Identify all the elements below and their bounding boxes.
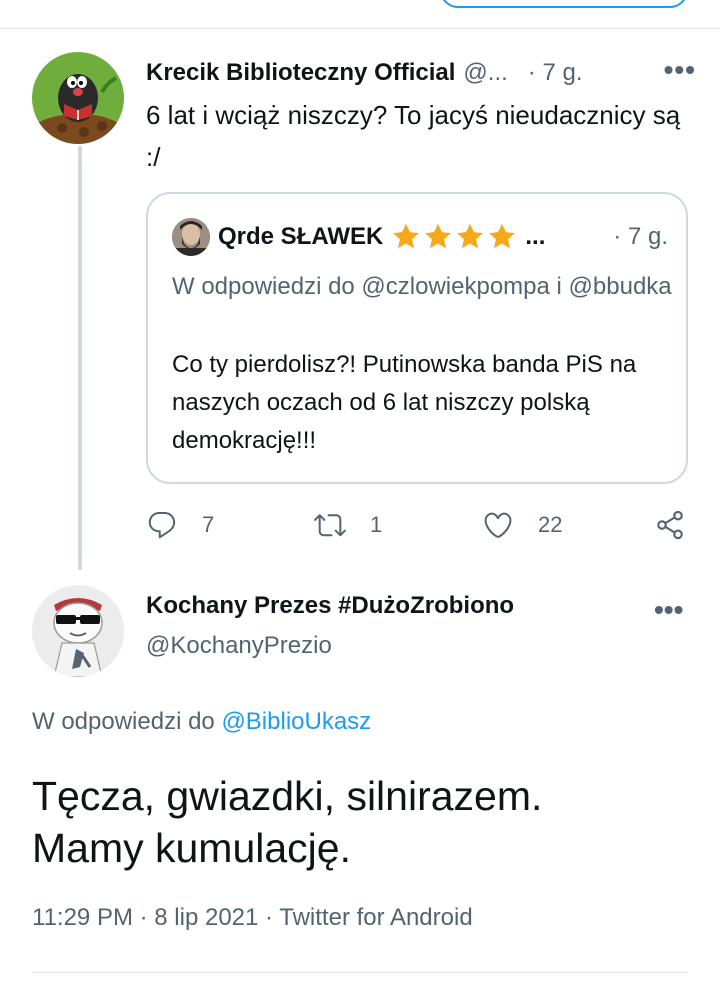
retweet-count: 1 [370, 512, 383, 537]
follow-button-partial[interactable] [440, 0, 688, 8]
reply-context: W odpowiedzi do @BiblioUkasz [32, 708, 371, 736]
heart-icon [484, 512, 512, 538]
reply-count: 7 [202, 512, 215, 537]
reply-icon [148, 511, 176, 539]
star-icon [393, 223, 420, 249]
tweet-text: Tęcza, gwiazdki, silnirazem. Mamy kumula… [32, 770, 692, 874]
share-icon [657, 510, 683, 540]
reply-button[interactable]: 7 [146, 505, 214, 545]
handle[interactable]: @... [463, 59, 507, 87]
divider [32, 972, 688, 973]
timestamp[interactable]: · 7 g. [528, 59, 583, 87]
display-name[interactable]: Kochany Prezes #DużoZrobiono [146, 592, 514, 620]
handle[interactable]: @KochanyPrezio [146, 632, 332, 660]
tweet-text: 6 lat i wciąż niszczy? To jacyś nieudacz… [146, 100, 681, 172]
mole-reading-book-avatar-icon [32, 52, 124, 144]
star-icon [457, 223, 484, 249]
avatar[interactable] [32, 52, 124, 144]
thread-connector-line [78, 146, 82, 570]
display-name[interactable]: Krecik Biblioteczny Official [146, 59, 455, 87]
tweet-actions: 7 1 22 [146, 505, 691, 545]
star-icon [425, 223, 452, 249]
divider [0, 28, 720, 29]
more-options-button[interactable]: ••• [654, 594, 683, 626]
reply-prefix: W odpowiedzi do [32, 708, 222, 735]
name-truncation: ... [525, 223, 546, 250]
reply-context: W odpowiedzi do @czlowiekpompa i @bbudka [172, 273, 672, 300]
tweet-header: Krecik Biblioteczny Official @... · 7 g.… [146, 54, 696, 90]
timestamp: · 7 g. [613, 223, 668, 250]
quoted-tweet-text: Co ty pierdolisz?! Putinowska banda PiS … [172, 351, 637, 454]
reply-handle-link[interactable]: @BiblioUkasz [221, 708, 371, 735]
share-button[interactable] [654, 505, 686, 545]
like-count: 22 [538, 512, 563, 537]
retweet-icon [314, 514, 346, 537]
like-button[interactable]: 22 [482, 505, 562, 545]
cartoon-character-sunglasses-avatar-icon [32, 585, 124, 677]
avatar[interactable] [32, 585, 124, 677]
quoted-tweet-header: Qrde SŁAWEK ... · 7 g. [218, 219, 668, 255]
star-emojis [391, 222, 519, 252]
display-name: Qrde SŁAWEK [218, 223, 384, 250]
star-icon [489, 223, 516, 249]
tweet-metadata: 11:29 PM · 8 lip 2021 · Twitter for Andr… [32, 904, 473, 931]
tweet-text-line: Tęcza, gwiazdki, silnirazem. [32, 773, 543, 819]
avatar [172, 218, 210, 256]
tweet-text-line: Mamy kumulację. [32, 825, 351, 871]
man-photo-avatar-icon [172, 218, 210, 256]
quoted-tweet[interactable]: Qrde SŁAWEK ... · 7 g. W odpowiedzi do @… [146, 192, 688, 484]
more-options-button[interactable]: ••• [664, 54, 696, 86]
retweet-button[interactable]: 1 [314, 505, 382, 545]
